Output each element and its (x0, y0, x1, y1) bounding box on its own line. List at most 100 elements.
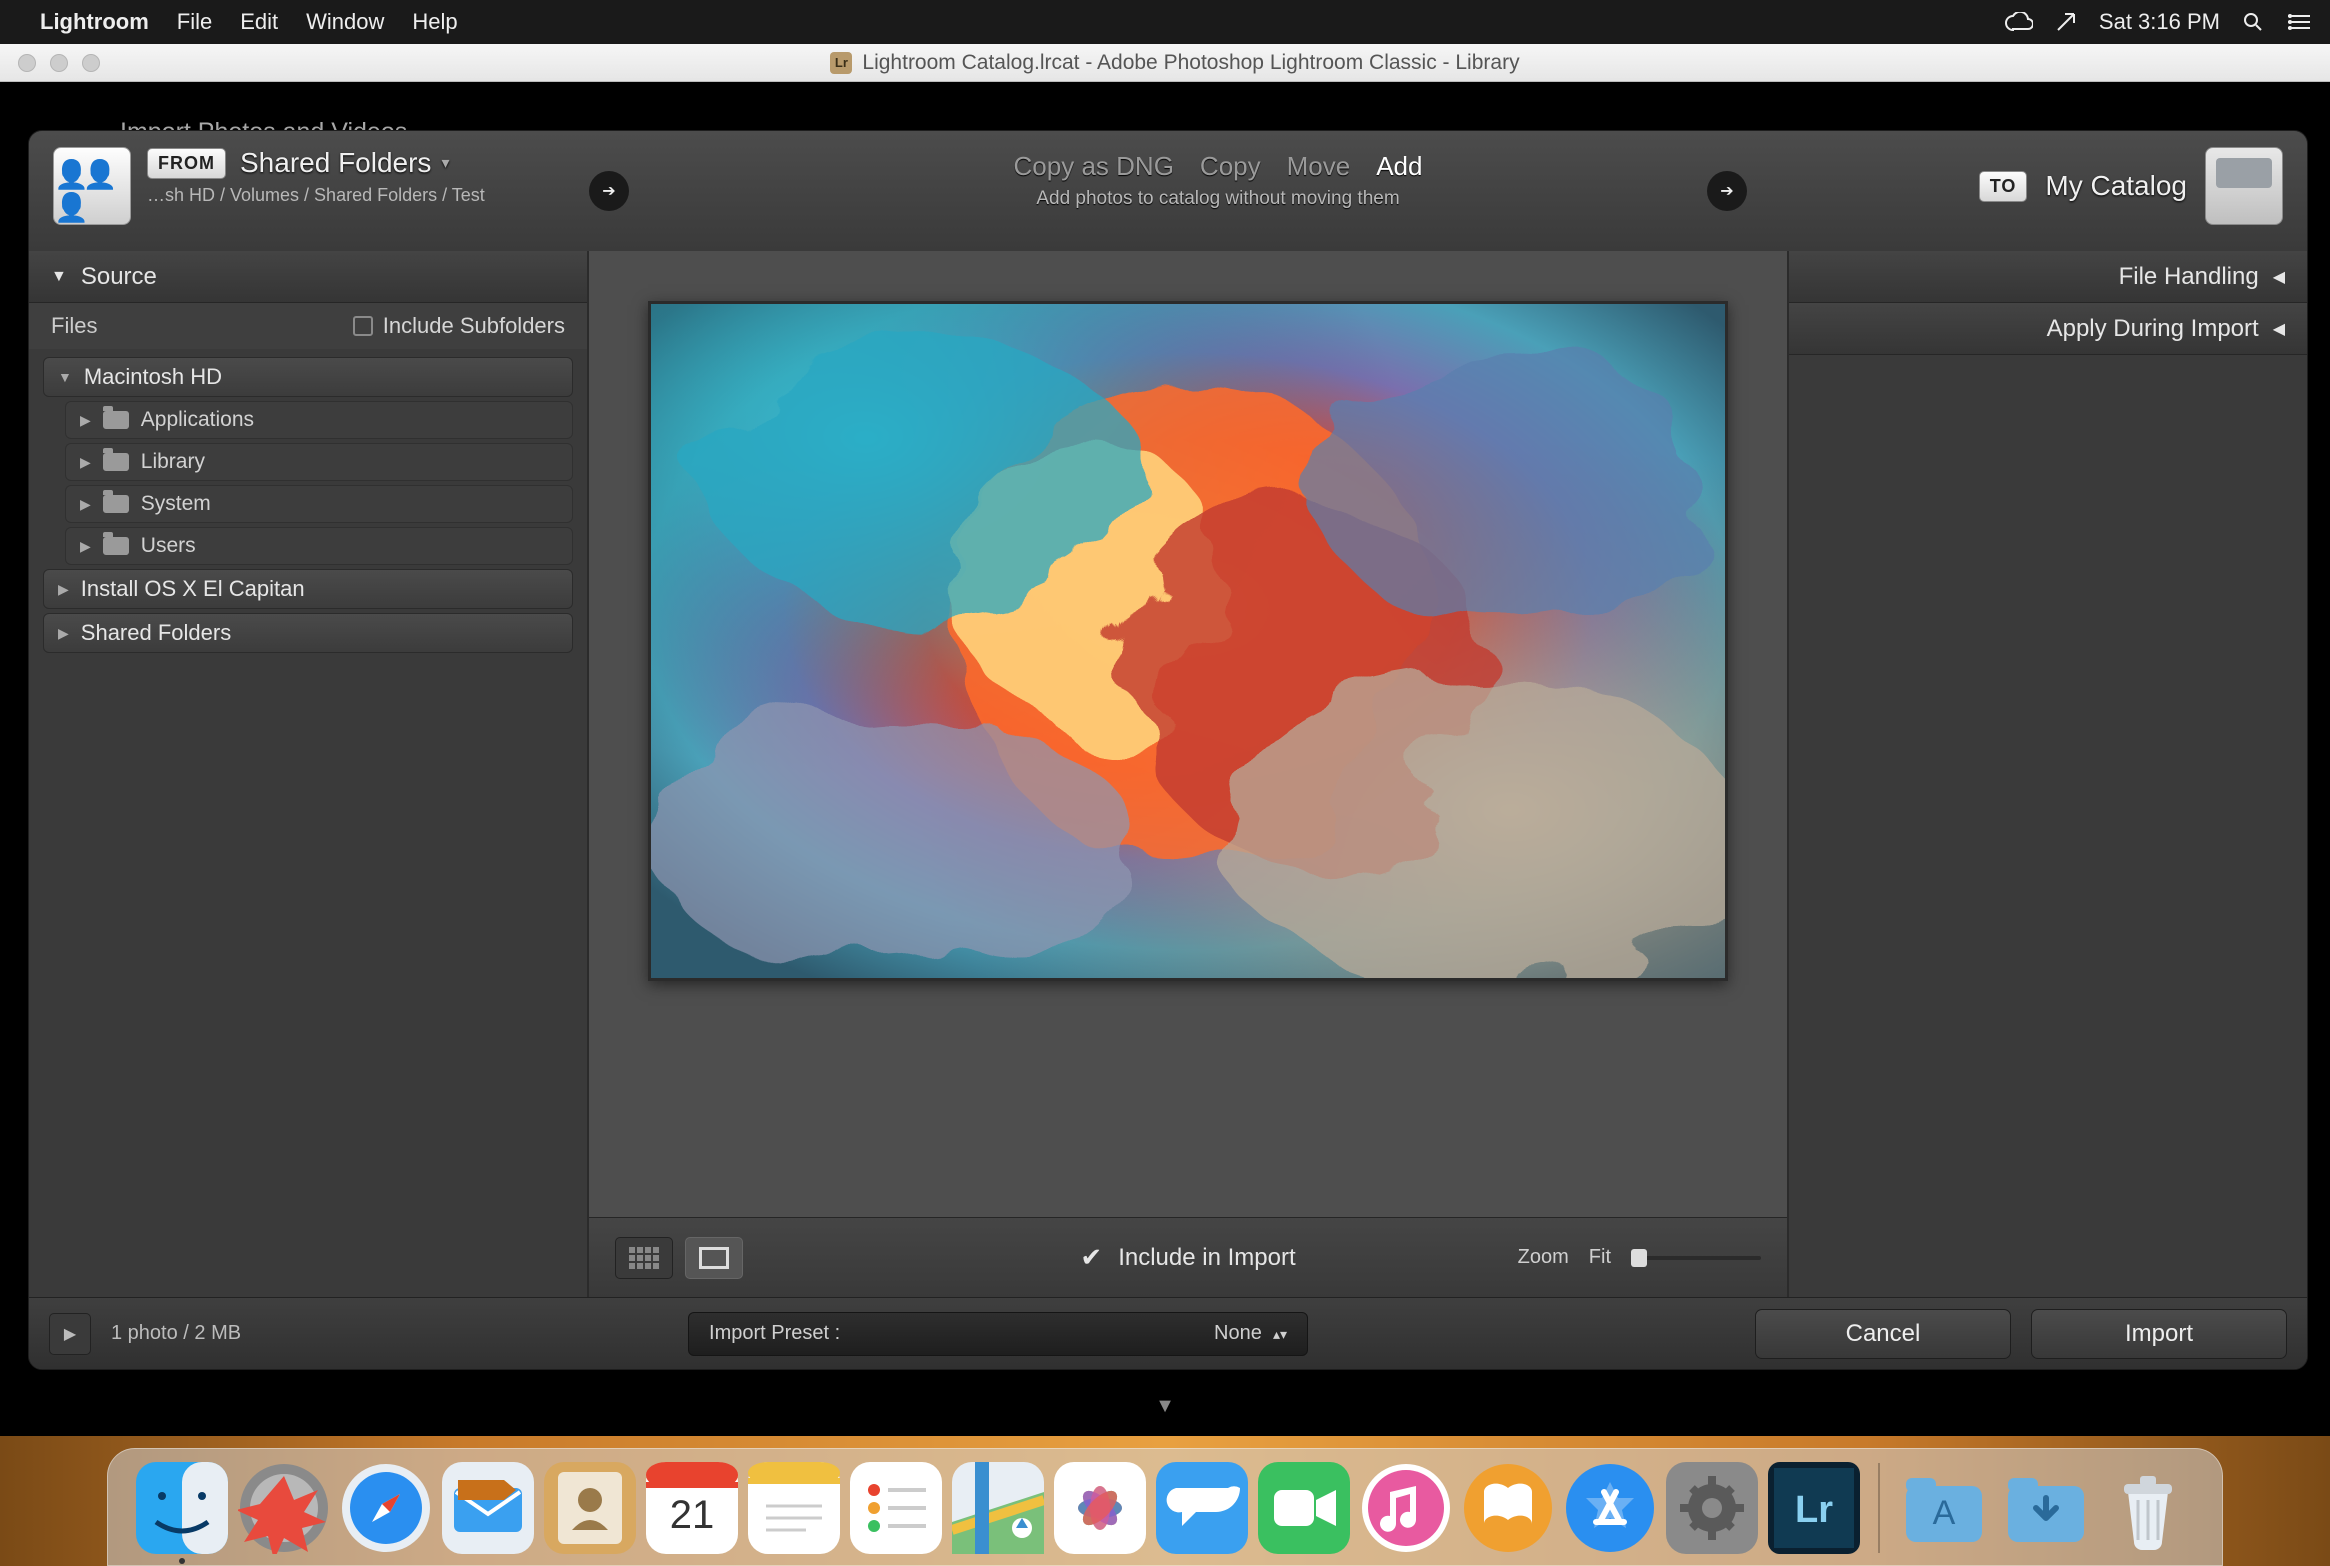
dock-ibooks[interactable] (1462, 1462, 1554, 1554)
menu-edit[interactable]: Edit (240, 9, 278, 35)
destination-drive-icon[interactable] (2205, 147, 2283, 225)
volume-install-el-capitan[interactable]: ▶Install OS X El Capitan (43, 569, 573, 609)
source-picker[interactable]: Shared Folders▾ (240, 147, 449, 179)
spotlight-icon[interactable] (2242, 11, 2264, 33)
folder-library[interactable]: ▶Library (65, 443, 573, 481)
svg-text:A: A (1933, 1494, 1956, 1532)
triangle-right-icon: ▶ (80, 412, 91, 429)
source-tree: ▼ Macintosh HD ▶Applications ▶Library ▶S… (29, 349, 587, 677)
dock-mail[interactable] (442, 1462, 534, 1554)
folder-icon (103, 495, 129, 513)
dock-folder-downloads[interactable] (2000, 1462, 2092, 1554)
minimize-window-button[interactable] (50, 54, 68, 72)
triangle-left-icon: ◀ (2273, 267, 2285, 287)
dock-photos[interactable] (1054, 1462, 1146, 1554)
triangle-right-icon: ▶ (58, 581, 69, 598)
close-window-button[interactable] (18, 54, 36, 72)
apply-during-import-panel-header[interactable]: Apply During Import ◀ (1789, 303, 2307, 355)
volume-macintosh-hd[interactable]: ▼ Macintosh HD (43, 357, 573, 397)
creative-cloud-icon[interactable] (2005, 12, 2033, 32)
dock-maps[interactable] (952, 1462, 1044, 1554)
zoom-label: Zoom (1518, 1246, 1569, 1269)
import-mode-tabs: Copy as DNG Copy Move Add (1014, 151, 1423, 182)
minimize-dialog-button[interactable]: ▶ (49, 1313, 91, 1355)
mode-copy[interactable]: Copy (1200, 151, 1261, 182)
source-drive-icon[interactable]: 👤👤👤 (53, 147, 131, 225)
dock-lightroom[interactable]: Lr (1768, 1462, 1860, 1554)
collapse-filmstrip-icon[interactable]: ▼ (1155, 1395, 1175, 1418)
folder-applications[interactable]: ▶Applications (65, 401, 573, 439)
dock-trash[interactable] (2102, 1462, 2194, 1554)
dock-appstore[interactable] (1564, 1462, 1656, 1554)
import-preset-dropdown[interactable]: Import Preset : None ▴▾ (688, 1312, 1308, 1356)
include-in-import-toggle[interactable]: ✔ Include in Import (1080, 1242, 1295, 1273)
notification-arrow-icon[interactable] (2055, 11, 2077, 33)
volume-shared-folders[interactable]: ▶Shared Folders (43, 613, 573, 653)
dock-reminders[interactable] (850, 1462, 942, 1554)
dock: 21 Lr A (107, 1448, 2223, 1566)
triangle-left-icon: ◀ (2273, 319, 2285, 339)
folder-users[interactable]: ▶Users (65, 527, 573, 565)
folder-icon (103, 453, 129, 471)
triangle-down-icon: ▼ (51, 268, 67, 286)
folder-icon (103, 411, 129, 429)
destination-name[interactable]: My Catalog (2045, 170, 2187, 202)
dock-separator (1878, 1463, 1880, 1553)
dock-facetime[interactable] (1258, 1462, 1350, 1554)
dock-notes[interactable] (748, 1462, 840, 1554)
app-menu[interactable]: Lightroom (40, 9, 149, 35)
cancel-button[interactable]: Cancel (1755, 1309, 2011, 1359)
mode-move[interactable]: Move (1287, 151, 1351, 182)
import-button[interactable]: Import (2031, 1309, 2287, 1359)
folder-icon (103, 537, 129, 555)
window-title: Lr Lightroom Catalog.lrcat - Adobe Photo… (100, 51, 2250, 75)
source-panel-header[interactable]: ▼ Source (29, 251, 587, 303)
dock-contacts[interactable] (544, 1462, 636, 1554)
zoom-window-button[interactable] (82, 54, 100, 72)
apply-during-import-title: Apply During Import (2047, 315, 2259, 343)
arrow-right-icon: ➔ (589, 171, 629, 211)
triangle-right-icon: ▶ (80, 454, 91, 471)
traffic-lights[interactable] (18, 54, 100, 72)
photo-thumbnail[interactable] (648, 301, 1728, 981)
zoom-slider[interactable] (1631, 1256, 1761, 1260)
control-center-icon[interactable] (2286, 12, 2312, 32)
file-handling-panel-header[interactable]: File Handling ◀ (1789, 251, 2307, 303)
dock-finder[interactable] (136, 1462, 228, 1554)
to-badge: TO (1979, 171, 2028, 202)
grid-view-button[interactable] (615, 1237, 673, 1279)
dock-system-preferences[interactable] (1666, 1462, 1758, 1554)
include-subfolders-toggle[interactable]: Include Subfolders (353, 313, 565, 339)
folder-system[interactable]: ▶System (65, 485, 573, 523)
menu-window[interactable]: Window (306, 9, 384, 35)
menu-file[interactable]: File (177, 9, 212, 35)
triangle-right-icon: ▶ (58, 625, 69, 642)
dock-launchpad[interactable] (238, 1462, 330, 1554)
preview-area: ✔ Include in Import Zoom Fit (589, 251, 1787, 1297)
fit-label[interactable]: Fit (1589, 1246, 1611, 1269)
arrow-right-icon: ➔ (1707, 171, 1747, 211)
source-path: …sh HD / Volumes / Shared Folders / Test (147, 185, 485, 206)
dock-calendar[interactable]: 21 (646, 1462, 738, 1554)
dock-itunes[interactable] (1360, 1462, 1452, 1554)
import-dialog-header: 👤👤👤 FROM Shared Folders▾ …sh HD / Volume… (29, 131, 2307, 251)
preview-toolbar: ✔ Include in Import Zoom Fit (589, 1217, 1787, 1297)
from-badge: FROM (147, 148, 226, 179)
loupe-view-button[interactable] (685, 1237, 743, 1279)
mac-menubar: Lightroom File Edit Window Help Sat 3:16… (0, 0, 2330, 44)
mode-add[interactable]: Add (1376, 151, 1422, 182)
menu-help[interactable]: Help (412, 9, 457, 35)
svg-text:21: 21 (670, 1493, 715, 1537)
dock-messages[interactable] (1156, 1462, 1248, 1554)
dock-folder-applications[interactable]: A (1898, 1462, 1990, 1554)
source-panel: ▼ Source Files Include Subfolders ▼ Maci… (29, 251, 589, 1297)
menubar-clock[interactable]: Sat 3:16 PM (2099, 9, 2220, 35)
updown-icon: ▴▾ (1273, 1326, 1287, 1342)
mode-copy-dng[interactable]: Copy as DNG (1014, 151, 1174, 182)
window-title-text: Lightroom Catalog.lrcat - Adobe Photosho… (862, 51, 1519, 75)
window-titlebar: Lr Lightroom Catalog.lrcat - Adobe Photo… (0, 44, 2330, 82)
files-row: Files Include Subfolders (29, 303, 587, 349)
checkbox-icon[interactable] (353, 316, 373, 336)
triangle-right-icon: ▶ (80, 496, 91, 513)
dock-safari[interactable] (340, 1462, 432, 1554)
